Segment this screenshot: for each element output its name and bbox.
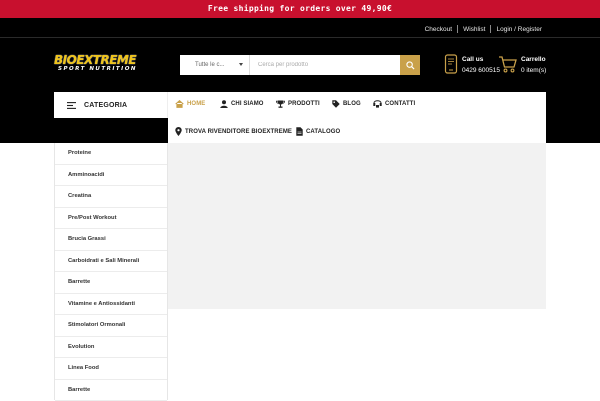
search-input[interactable] [250,55,400,75]
call-number: 0429 600515 [462,65,500,76]
map-pin-icon [175,127,182,136]
trophy-icon [276,100,285,108]
sidebar-item-amminoacidi[interactable]: Amminoacidi [55,165,167,187]
sidebar-item-stimolatori[interactable]: Stimolatori Ormonali [55,315,167,337]
hamburger-icon [67,102,76,109]
nav-contatti-label: CONTATTI [385,101,415,107]
sidebar-item-creatina[interactable]: Creatina [55,186,167,208]
category-sidebar: Proteine Amminoacidi Creatina Pre/Post W… [54,143,168,400]
home-icon [175,100,184,108]
sidebar-item-linea-food[interactable]: Linea Food [55,358,167,380]
nav-chi-siamo-label: CHI SIAMO [231,101,264,107]
cart-icon [498,54,518,74]
user-icon [220,100,228,108]
divider [457,25,458,33]
cart[interactable]: Carrello 0 item(s) [498,54,546,76]
site-logo[interactable]: BIOEXTREME SPORT NUTRITION [54,54,164,74]
phone-icon [444,54,458,74]
sidebar-item-carboidrati[interactable]: Carboidrati e Sali Minerali [55,251,167,273]
promo-text: Free shipping for orders over 49,90€ [208,4,392,13]
category-label: CATEGORIA [84,102,127,109]
nav-trova-rivenditore[interactable]: TROVA RIVENDITORE BIOEXTREME [175,127,292,136]
promo-bar: Free shipping for orders over 49,90€ [0,0,600,18]
cart-count: 0 item(s) [521,65,546,76]
sidebar-item-evolution[interactable]: Evolution [55,337,167,359]
search-button[interactable] [400,55,420,75]
sidebar-item-barrette-2[interactable]: Barrette [55,380,167,401]
wishlist-link[interactable]: Wishlist [463,26,485,33]
nav-catalogo-label: CATALOGO [306,129,340,135]
cart-label: Carrello [521,56,546,63]
logo-tagline: SPORT NUTRITION [58,66,164,73]
category-menu-button[interactable]: CATEGORIA [54,92,168,118]
nav-prodotti-label: PRODOTTI [288,101,320,107]
tag-icon [332,100,340,108]
header-divider [0,37,600,38]
nav-home[interactable]: HOME [175,100,205,108]
nav-contatti[interactable]: CONTATTI [373,100,415,108]
nav-home-label: HOME [187,101,205,107]
contact-icon [373,100,382,108]
nav-blog-label: BLOG [343,101,361,107]
call-label: Call us [462,56,483,63]
search-icon [406,61,415,70]
sidebar-item-proteine[interactable]: Proteine [55,143,167,165]
login-register-link[interactable]: Login / Register [496,26,542,33]
nav-catalogo[interactable]: CATALOGO [296,127,340,136]
account-links: Checkout Wishlist Login / Register [425,24,542,34]
logo-wordmark: BIOEXTREME [54,54,164,66]
sidebar-item-barrette[interactable]: Barrette [55,272,167,294]
sidebar-item-vitamine[interactable]: Vitamine e Antiossidanti [55,294,167,316]
nav-prodotti[interactable]: PRODOTTI [276,100,320,108]
search-category-value: Tutte le c... [195,62,224,68]
divider [490,25,491,33]
sidebar-item-brucia-grassi[interactable]: Brucia Grassi [55,229,167,251]
menu-bar: HOME CHI SIAMO PRODOTTI BLOG CONTATTI TR… [168,92,546,143]
nav-trova-rivenditore-label: TROVA RIVENDITORE BIOEXTREME [185,129,292,135]
nav-chi-siamo[interactable]: CHI SIAMO [220,100,264,108]
hero-banner-placeholder [168,143,546,309]
call-us[interactable]: Call us 0429 600515 [444,54,500,76]
search-category-select[interactable]: Tutte le c... [180,55,250,75]
file-icon [296,127,303,136]
search-bar: Tutte le c... [180,55,420,75]
chevron-down-icon [239,63,243,66]
main-nav: CATEGORIA HOME CHI SIAMO PRODOTTI BLOG C… [54,92,546,143]
sidebar-item-pre-post-workout[interactable]: Pre/Post Workout [55,208,167,230]
checkout-link[interactable]: Checkout [425,26,452,33]
nav-blog[interactable]: BLOG [332,100,361,108]
